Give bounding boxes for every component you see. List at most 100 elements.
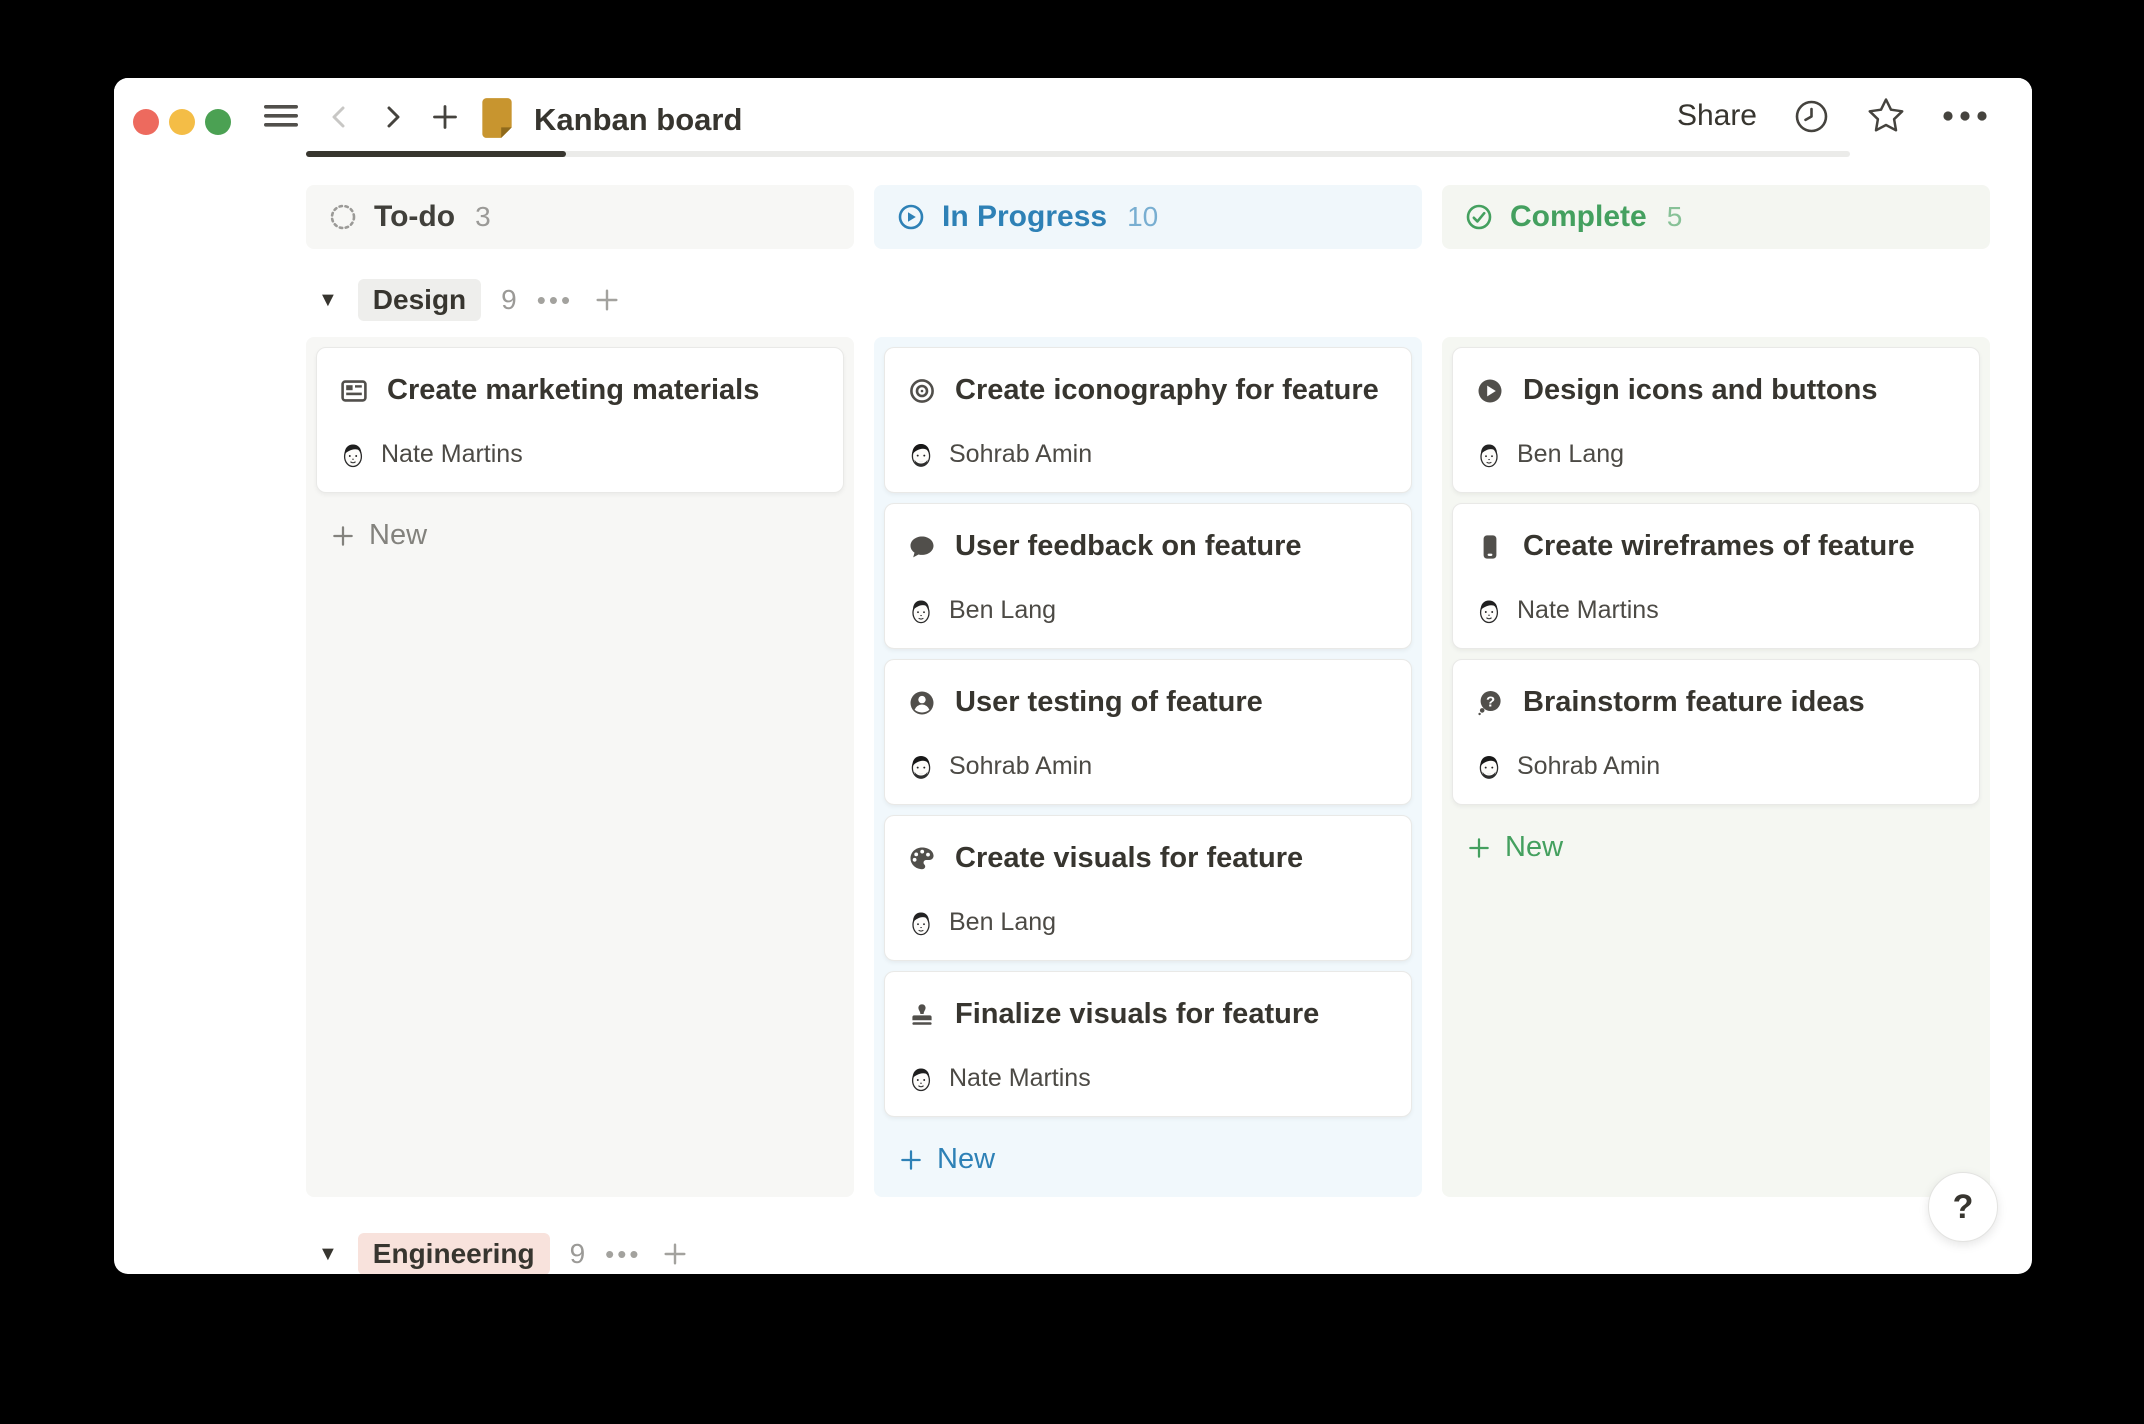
- toolbar-actions: Share: [1677, 78, 1988, 154]
- columns-row: Create marketing materials Nate Martins …: [306, 337, 1992, 1197]
- page-icon: [478, 96, 516, 140]
- palette-icon: [907, 844, 937, 874]
- assignee-row: Nate Martins: [907, 1064, 1091, 1093]
- group-more-icon[interactable]: •••: [605, 1241, 641, 1267]
- nate-avatar: [907, 1065, 935, 1093]
- card-title: Finalize visuals for feature: [955, 998, 1319, 1031]
- card[interactable]: Create iconography for feature Sohrab Am…: [884, 347, 1412, 493]
- assignee-row: Nate Martins: [1475, 596, 1659, 625]
- assignee-row: Sohrab Amin: [907, 440, 1092, 469]
- minimize-window-button[interactable]: [169, 109, 195, 135]
- ben-avatar: [907, 597, 935, 625]
- card-title: Brainstorm feature ideas: [1523, 686, 1865, 719]
- assignee-row: Ben Lang: [907, 908, 1056, 937]
- group-count: 9: [570, 1238, 586, 1270]
- group-add-icon[interactable]: [593, 286, 621, 314]
- check-circle-icon: [1464, 202, 1494, 232]
- column-header-in-progress[interactable]: In Progress 10: [874, 185, 1422, 249]
- clock-icon[interactable]: [1793, 98, 1830, 135]
- phone-icon: [1475, 532, 1505, 562]
- zoom-window-button[interactable]: [205, 109, 231, 135]
- card[interactable]: Create visuals for feature Ben Lang: [884, 815, 1412, 961]
- column-header-complete[interactable]: Complete 5: [1442, 185, 1990, 249]
- plus-icon: [1466, 835, 1492, 861]
- ben-avatar: [1475, 441, 1503, 469]
- card[interactable]: Brainstorm feature ideas Sohrab Amin: [1452, 659, 1980, 805]
- column-count: 3: [475, 201, 491, 233]
- collapse-triangle-icon[interactable]: ▼: [318, 1244, 338, 1264]
- card-title: Create wireframes of feature: [1523, 530, 1915, 563]
- assignee-name: Ben Lang: [949, 596, 1056, 625]
- card[interactable]: Finalize visuals for feature Nate Martin…: [884, 971, 1412, 1117]
- plus-icon: [330, 523, 356, 549]
- column-todo: Create marketing materials Nate Martins …: [306, 337, 854, 1197]
- group-more-icon[interactable]: •••: [537, 287, 573, 313]
- artboard-icon: [339, 376, 369, 406]
- assignee-name: Nate Martins: [1517, 596, 1659, 625]
- assignee-name: Ben Lang: [949, 908, 1056, 937]
- group-pill-engineering[interactable]: Engineering: [358, 1233, 550, 1274]
- card-title: Design icons and buttons: [1523, 374, 1877, 407]
- card[interactable]: User testing of feature Sohrab Amin: [884, 659, 1412, 805]
- assignee-name: Sohrab Amin: [949, 440, 1092, 469]
- ben-avatar: [907, 909, 935, 937]
- sohrab-avatar: [1475, 753, 1503, 781]
- back-icon[interactable]: [324, 102, 354, 132]
- column-count: 10: [1127, 201, 1158, 233]
- column-label: Complete: [1510, 200, 1647, 234]
- column-complete: Design icons and buttons Ben Lang Create…: [1442, 337, 1990, 1197]
- column-header-todo[interactable]: To-do 3: [306, 185, 854, 249]
- nate-avatar: [339, 441, 367, 469]
- card-title: User feedback on feature: [955, 530, 1302, 563]
- thought-question-icon: [1475, 688, 1505, 718]
- assignee-name: Sohrab Amin: [1517, 752, 1660, 781]
- scrollbar-thumb[interactable]: [306, 151, 566, 157]
- help-button[interactable]: ?: [1928, 1172, 1998, 1242]
- column-in-progress: Create iconography for feature Sohrab Am…: [874, 337, 1422, 1197]
- assignee-row: Sohrab Amin: [1475, 752, 1660, 781]
- ellipsis-icon[interactable]: [1942, 110, 1988, 122]
- group-row-design: ▼ Design 9 •••: [306, 271, 1992, 329]
- collapse-triangle-icon[interactable]: ▼: [318, 290, 338, 310]
- group-row-engineering: ▼ Engineering 9 •••: [306, 1225, 1992, 1274]
- card[interactable]: User feedback on feature Ben Lang: [884, 503, 1412, 649]
- card-title: Create visuals for feature: [955, 842, 1303, 875]
- new-card-button[interactable]: New: [316, 503, 427, 552]
- plus-icon: [898, 1147, 924, 1173]
- card[interactable]: Design icons and buttons Ben Lang: [1452, 347, 1980, 493]
- toolbar: Kanban board Share: [114, 78, 2032, 154]
- stamp-icon: [907, 1000, 937, 1030]
- assignee-name: Nate Martins: [381, 440, 523, 469]
- assignee-row: Sohrab Amin: [907, 752, 1092, 781]
- kanban-board: To-do 3 In Progress 10 Complete 5 ▼ Desi…: [306, 185, 1992, 1274]
- column-label: In Progress: [942, 200, 1107, 234]
- play-circle-outline-icon: [896, 202, 926, 232]
- card[interactable]: Create wireframes of feature Nate Martin…: [1452, 503, 1980, 649]
- close-window-button[interactable]: [133, 109, 159, 135]
- menu-icon[interactable]: [264, 104, 298, 128]
- page-title[interactable]: Kanban board: [534, 103, 742, 137]
- share-button[interactable]: Share: [1677, 99, 1757, 133]
- dashed-circle-icon: [328, 202, 358, 232]
- assignee-name: Ben Lang: [1517, 440, 1624, 469]
- column-count: 5: [1667, 201, 1683, 233]
- card-title: User testing of feature: [955, 686, 1263, 719]
- sohrab-avatar: [907, 441, 935, 469]
- column-headers-row: To-do 3 In Progress 10 Complete 5: [306, 185, 1992, 249]
- star-icon[interactable]: [1866, 97, 1906, 135]
- assignee-row: Ben Lang: [1475, 440, 1624, 469]
- new-card-button[interactable]: New: [1452, 815, 1563, 864]
- assignee-name: Sohrab Amin: [949, 752, 1092, 781]
- play-circle-icon: [1475, 376, 1505, 406]
- group-pill-design[interactable]: Design: [358, 279, 481, 321]
- card[interactable]: Create marketing materials Nate Martins: [316, 347, 844, 493]
- assignee-row: Ben Lang: [907, 596, 1056, 625]
- horizontal-scrollbar[interactable]: [306, 151, 1850, 157]
- forward-icon[interactable]: [378, 102, 408, 132]
- group-add-icon[interactable]: [661, 1240, 689, 1268]
- new-page-plus-icon[interactable]: [430, 102, 460, 132]
- column-label: To-do: [374, 200, 455, 234]
- group-count: 9: [501, 284, 517, 316]
- sohrab-avatar: [907, 753, 935, 781]
- new-card-button[interactable]: New: [884, 1127, 995, 1176]
